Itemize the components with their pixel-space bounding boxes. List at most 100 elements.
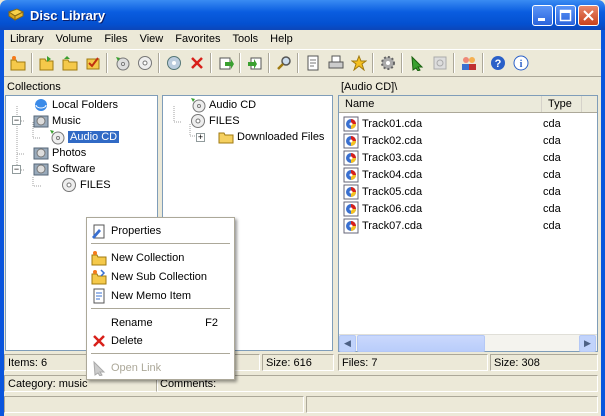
collapse-toggle[interactable]: −	[12, 116, 21, 125]
folder-icon	[218, 129, 234, 145]
tree-node-label: FILES	[80, 179, 111, 191]
scan-disc-button[interactable]	[110, 52, 133, 74]
table-row[interactable]: Track05.cda cda	[343, 183, 593, 200]
menu-separator	[91, 353, 230, 354]
file-type: cda	[543, 151, 561, 164]
help-button[interactable]: ?	[486, 52, 509, 74]
table-row[interactable]: Track04.cda cda	[343, 166, 593, 183]
toolbar-separator	[210, 53, 212, 73]
check-folder-button[interactable]	[81, 52, 104, 74]
tree-node-audio-cd[interactable]: Audio CD	[190, 97, 256, 113]
collection-disc-icon	[33, 161, 49, 177]
menu-item-new-collection[interactable]: New Collection	[89, 249, 232, 267]
horizontal-scrollbar[interactable]: ◀ ▶	[339, 334, 597, 352]
menu-item-delete[interactable]: Delete	[89, 332, 232, 350]
scroll-left-button[interactable]: ◀	[339, 335, 356, 352]
disc-button[interactable]	[133, 52, 156, 74]
column-header-type[interactable]: Type	[542, 96, 582, 112]
table-row[interactable]: Track03.cda cda	[343, 149, 593, 166]
menu-item-rename[interactable]: Rename F2	[89, 314, 232, 332]
about-button[interactable]: i	[509, 52, 532, 74]
table-row[interactable]: Track07.cda cda	[343, 217, 593, 234]
menu-item-properties[interactable]: Properties	[89, 222, 232, 240]
search-icon	[276, 56, 291, 70]
check-box-icon	[86, 57, 99, 70]
tree-node-label-selected: Audio CD	[68, 131, 120, 143]
scroll-right-button[interactable]: ▶	[579, 335, 596, 352]
cda-file-icon	[343, 133, 359, 148]
toolbar: ? i	[4, 49, 601, 77]
expand-toggle[interactable]: +	[196, 133, 205, 142]
folder-up-button[interactable]	[58, 52, 81, 74]
close-button[interactable]	[578, 5, 599, 26]
menu-volume[interactable]: Volume	[50, 33, 99, 45]
tree-node-files[interactable]: FILES	[190, 113, 240, 129]
menu-item-new-sub-collection[interactable]: New Sub Collection	[89, 268, 232, 286]
toolbar-separator	[297, 53, 299, 73]
menu-item-shortcut: F2	[205, 317, 218, 329]
minimize-button[interactable]	[532, 5, 553, 26]
report-button[interactable]	[301, 52, 324, 74]
tree-node-label: Local Folders	[52, 99, 119, 111]
file-type: cda	[543, 202, 561, 215]
delete-button[interactable]	[185, 52, 208, 74]
menu-files[interactable]: Files	[98, 33, 133, 45]
gear-icon	[380, 56, 395, 70]
tree-node-files[interactable]: FILES	[61, 177, 111, 193]
title-bar[interactable]: Disc Library	[0, 0, 605, 30]
maximize-button[interactable]	[555, 5, 576, 26]
menu-favorites[interactable]: Favorites	[169, 33, 226, 45]
favorites-button[interactable]	[347, 52, 370, 74]
disabled-tool-button[interactable]	[428, 52, 451, 74]
status-size-left: Size: 616	[262, 354, 334, 371]
export-button[interactable]	[214, 52, 237, 74]
tree-node-photos[interactable]: Photos	[33, 145, 86, 161]
menu-view[interactable]: View	[134, 33, 170, 45]
menu-help[interactable]: Help	[264, 33, 299, 45]
tree-node-local-folders[interactable]: Local Folders	[33, 97, 118, 113]
tree-node-downloaded-files[interactable]: Downloaded Files	[218, 129, 324, 145]
menu-tools[interactable]: Tools	[226, 33, 264, 45]
delete-x-icon	[89, 333, 109, 349]
minimize-icon	[538, 18, 545, 21]
disc-icon	[190, 113, 206, 129]
file-list[interactable]: Name Type Track01.cda cda Track02.cda cda Tr…	[338, 95, 598, 352]
column-header-name[interactable]: Name	[339, 96, 542, 112]
tree-node-software[interactable]: Software	[33, 161, 95, 177]
collapse-toggle[interactable]: −	[12, 165, 21, 174]
new-library-button[interactable]	[6, 52, 29, 74]
users-button[interactable]	[457, 52, 480, 74]
open-button[interactable]	[35, 52, 58, 74]
menu-library[interactable]: Library	[4, 33, 50, 45]
cda-file-icon	[343, 201, 359, 216]
table-row[interactable]: Track06.cda cda	[343, 200, 593, 217]
new-folder-icon	[10, 56, 25, 71]
new-collection-icon	[89, 250, 109, 266]
maximize-icon	[559, 9, 572, 22]
table-row[interactable]: Track02.cda cda	[343, 132, 593, 149]
cda-file-icon	[343, 150, 359, 165]
table-row[interactable]: Track01.cda cda	[343, 115, 593, 132]
go-link-button[interactable]	[405, 52, 428, 74]
toolbar-separator	[482, 53, 484, 73]
scroll-right-arrow-icon: ▶	[584, 338, 591, 348]
scroll-left-arrow-icon: ◀	[344, 338, 351, 348]
import-button[interactable]	[243, 52, 266, 74]
file-type: cda	[543, 185, 561, 198]
file-name: Track04.cda	[362, 168, 423, 181]
print-button[interactable]	[324, 52, 347, 74]
tree-node-audio-cd[interactable]: Audio CD	[49, 129, 120, 145]
search-button[interactable]	[272, 52, 295, 74]
options-button[interactable]	[376, 52, 399, 74]
close-icon	[583, 10, 594, 21]
disc-icon	[137, 56, 152, 70]
scroll-thumb[interactable]	[357, 335, 485, 352]
browse-disc-button[interactable]	[162, 52, 185, 74]
status-bottom-left	[4, 396, 304, 413]
cda-file-icon	[343, 184, 359, 199]
menu-item-new-memo-item[interactable]: New Memo Item	[89, 287, 232, 305]
tree-node-music[interactable]: Music	[33, 113, 81, 129]
list-header: Name Type	[339, 96, 597, 113]
disc-refresh-icon	[115, 57, 129, 71]
file-name: Track05.cda	[362, 185, 423, 198]
